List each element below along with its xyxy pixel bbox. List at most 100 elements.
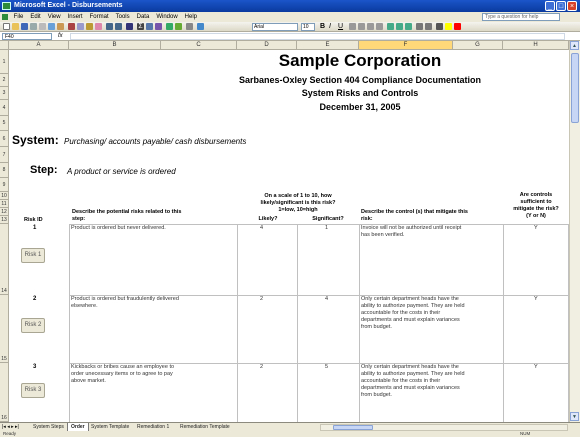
menu-insert[interactable]: Insert bbox=[68, 14, 83, 20]
control-description: Only certain department heads have the ab… bbox=[361, 364, 465, 398]
print-preview-icon[interactable] bbox=[48, 23, 55, 30]
underline-icon[interactable]: U bbox=[338, 23, 345, 30]
sheet-tab-remediation-template[interactable]: Remediation Template bbox=[177, 423, 233, 431]
grid-line bbox=[297, 224, 298, 422]
zoom-icon[interactable] bbox=[186, 23, 193, 30]
copy-icon[interactable] bbox=[77, 23, 84, 30]
menu-file[interactable]: File bbox=[14, 14, 24, 20]
scroll-up-icon[interactable]: ▲ bbox=[570, 41, 579, 50]
row-header[interactable]: 5 bbox=[0, 116, 9, 131]
align-center-icon[interactable] bbox=[358, 23, 365, 30]
autosum-icon[interactable]: Σ bbox=[137, 23, 144, 30]
fill-color-icon[interactable] bbox=[445, 23, 452, 30]
menu-tools[interactable]: Tools bbox=[116, 14, 130, 20]
row-header[interactable]: 8 bbox=[0, 163, 9, 178]
select-all-corner[interactable] bbox=[0, 41, 9, 50]
menu-edit[interactable]: Edit bbox=[30, 14, 40, 20]
font-color-icon[interactable] bbox=[454, 23, 461, 30]
row-header[interactable]: 15 bbox=[0, 295, 9, 363]
sheet-tab-system-template[interactable]: System Template bbox=[88, 423, 132, 431]
sheet-tab-system-steps[interactable]: System Steps bbox=[30, 423, 67, 431]
spelling-icon[interactable] bbox=[57, 23, 64, 30]
bold-icon[interactable]: B bbox=[320, 23, 327, 30]
format-painter-icon[interactable] bbox=[95, 23, 102, 30]
risk-3-button[interactable]: Risk 3 bbox=[21, 383, 45, 398]
name-box[interactable]: F40 bbox=[2, 33, 52, 40]
likely-header: Likely? bbox=[258, 216, 278, 222]
font-size-select[interactable]: 10 bbox=[301, 23, 315, 31]
menu-view[interactable]: View bbox=[48, 14, 61, 20]
menu-help[interactable]: Help bbox=[185, 14, 197, 20]
row-header[interactable]: 9 bbox=[0, 178, 9, 192]
column-header-d[interactable]: D bbox=[237, 41, 297, 50]
formula-input[interactable] bbox=[70, 33, 565, 40]
scroll-down-icon[interactable]: ▼ bbox=[570, 412, 579, 421]
increase-indent-icon[interactable] bbox=[425, 23, 432, 30]
sheet-tab-order[interactable]: Order bbox=[67, 423, 89, 431]
minimize-icon[interactable]: _ bbox=[545, 1, 555, 11]
help-icon[interactable] bbox=[197, 23, 204, 30]
row-header[interactable]: 16 bbox=[0, 363, 9, 422]
paste-icon[interactable] bbox=[86, 23, 93, 30]
horizontal-scroll-thumb[interactable] bbox=[333, 425, 373, 430]
row-header[interactable]: 11 bbox=[0, 200, 9, 208]
permission-icon[interactable] bbox=[30, 23, 37, 30]
row-header[interactable]: 10 bbox=[0, 192, 9, 200]
row-header[interactable]: 1 bbox=[0, 50, 9, 74]
menu-window[interactable]: Window bbox=[156, 14, 177, 20]
open-icon[interactable] bbox=[12, 23, 19, 30]
save-icon[interactable] bbox=[21, 23, 28, 30]
drawing-icon[interactable] bbox=[175, 23, 182, 30]
row-header[interactable]: 2 bbox=[0, 74, 9, 87]
column-header-e[interactable]: E bbox=[297, 41, 359, 50]
menu-format[interactable]: Format bbox=[90, 14, 109, 20]
function-icon[interactable]: fx bbox=[58, 33, 68, 40]
currency-icon[interactable] bbox=[387, 23, 394, 30]
horizontal-scrollbar[interactable] bbox=[320, 424, 568, 431]
column-header-g[interactable]: G bbox=[453, 41, 503, 50]
undo-icon[interactable] bbox=[106, 23, 113, 30]
comma-style-icon[interactable] bbox=[405, 23, 412, 30]
align-right-icon[interactable] bbox=[367, 23, 374, 30]
row-header[interactable]: 13 bbox=[0, 216, 9, 224]
row-header[interactable]: 4 bbox=[0, 100, 9, 116]
risk-1-button[interactable]: Risk 1 bbox=[21, 248, 45, 263]
column-header-f[interactable]: F bbox=[359, 41, 453, 50]
sheet-tab-remediation-1[interactable]: Remediation 1 bbox=[134, 423, 172, 431]
print-icon[interactable] bbox=[39, 23, 46, 30]
row-header[interactable]: 6 bbox=[0, 131, 9, 147]
borders-icon[interactable] bbox=[436, 23, 443, 30]
hyperlink-icon[interactable] bbox=[126, 23, 133, 30]
help-search-input[interactable]: Type a question for help bbox=[482, 13, 560, 21]
tab-scroll-icons[interactable]: |◂ ◂ ▸ ▸| bbox=[2, 423, 19, 431]
menu-data[interactable]: Data bbox=[137, 14, 150, 20]
percent-icon[interactable] bbox=[396, 23, 403, 30]
cut-icon[interactable] bbox=[68, 23, 75, 30]
vertical-scroll-thumb[interactable] bbox=[571, 53, 579, 123]
row-header[interactable]: 12 bbox=[0, 208, 9, 216]
row-header[interactable]: 14 bbox=[0, 224, 9, 295]
column-header-b[interactable]: B bbox=[69, 41, 161, 50]
font-name-select[interactable]: Arial bbox=[252, 23, 298, 31]
italic-icon[interactable]: I bbox=[329, 23, 336, 30]
column-header-a[interactable]: A bbox=[9, 41, 69, 50]
column-header-c[interactable]: C bbox=[161, 41, 237, 50]
vertical-scrollbar[interactable]: ▲ ▼ bbox=[569, 41, 580, 422]
excel-app-icon[interactable] bbox=[2, 2, 11, 10]
decrease-indent-icon[interactable] bbox=[416, 23, 423, 30]
row-header[interactable]: 7 bbox=[0, 147, 9, 163]
merge-center-icon[interactable] bbox=[376, 23, 383, 30]
row-header[interactable]: 3 bbox=[0, 87, 9, 100]
maximize-icon[interactable]: □ bbox=[556, 1, 566, 11]
system-value: Purchasing/ accounts payable/ cash disbu… bbox=[64, 137, 247, 146]
sort-descending-icon[interactable] bbox=[155, 23, 162, 30]
risk-2-button[interactable]: Risk 2 bbox=[21, 318, 45, 333]
new-icon[interactable] bbox=[3, 23, 10, 30]
align-left-icon[interactable] bbox=[349, 23, 356, 30]
close-icon[interactable]: × bbox=[567, 1, 577, 11]
column-header-h[interactable]: H bbox=[503, 41, 569, 50]
likely-value: 2 bbox=[260, 296, 264, 302]
redo-icon[interactable] bbox=[115, 23, 122, 30]
chart-wizard-icon[interactable] bbox=[166, 23, 173, 30]
sort-ascending-icon[interactable] bbox=[146, 23, 153, 30]
